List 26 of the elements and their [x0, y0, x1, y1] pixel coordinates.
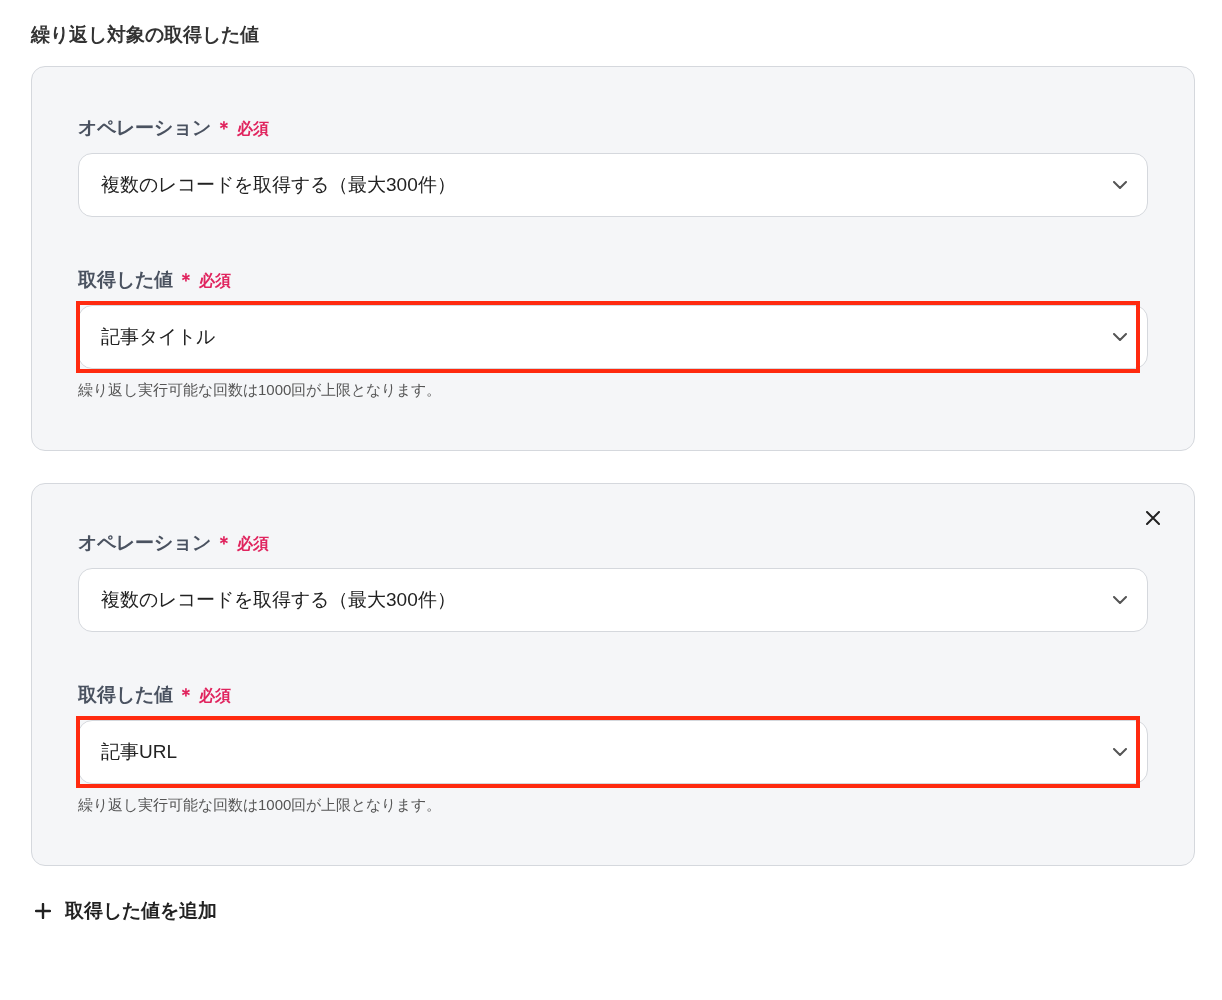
dropdown-field[interactable]: 記事タイトル	[78, 305, 1148, 369]
chevron-down-icon	[1113, 748, 1127, 756]
hint-text: 繰り返し実行可能な回数は1000回が上限となります。	[78, 796, 443, 815]
plus-icon	[35, 903, 51, 919]
field-label: オペレーション	[78, 531, 211, 555]
required-mark: ＊	[215, 117, 233, 140]
required-mark: ＊	[177, 269, 195, 292]
add-value-button[interactable]: 取得した値を追加	[31, 898, 221, 924]
hint-text: 繰り返し実行可能な回数は1000回が上限となります。	[78, 381, 443, 400]
field-label: 取得した値	[78, 683, 173, 707]
close-icon[interactable]	[1146, 511, 1160, 525]
section-title: 繰り返し対象の取得した値	[31, 23, 260, 47]
chevron-down-icon	[1113, 333, 1127, 341]
chevron-down-icon	[1113, 181, 1127, 189]
required-mark: ＊	[215, 532, 233, 555]
dropdown-field[interactable]: 複数のレコードを取得する（最大300件）	[78, 153, 1148, 217]
required-text: 必須	[237, 119, 269, 139]
dropdown-field[interactable]: 記事URL	[78, 720, 1148, 784]
dropdown-field[interactable]: 複数のレコードを取得する（最大300件）	[78, 568, 1148, 632]
field-label: 取得した値	[78, 268, 173, 292]
required-text: 必須	[199, 686, 231, 706]
chevron-down-icon	[1113, 596, 1127, 604]
required-text: 必須	[199, 271, 231, 291]
required-text: 必須	[237, 534, 269, 554]
required-mark: ＊	[177, 684, 195, 707]
field-label: オペレーション	[78, 116, 211, 140]
